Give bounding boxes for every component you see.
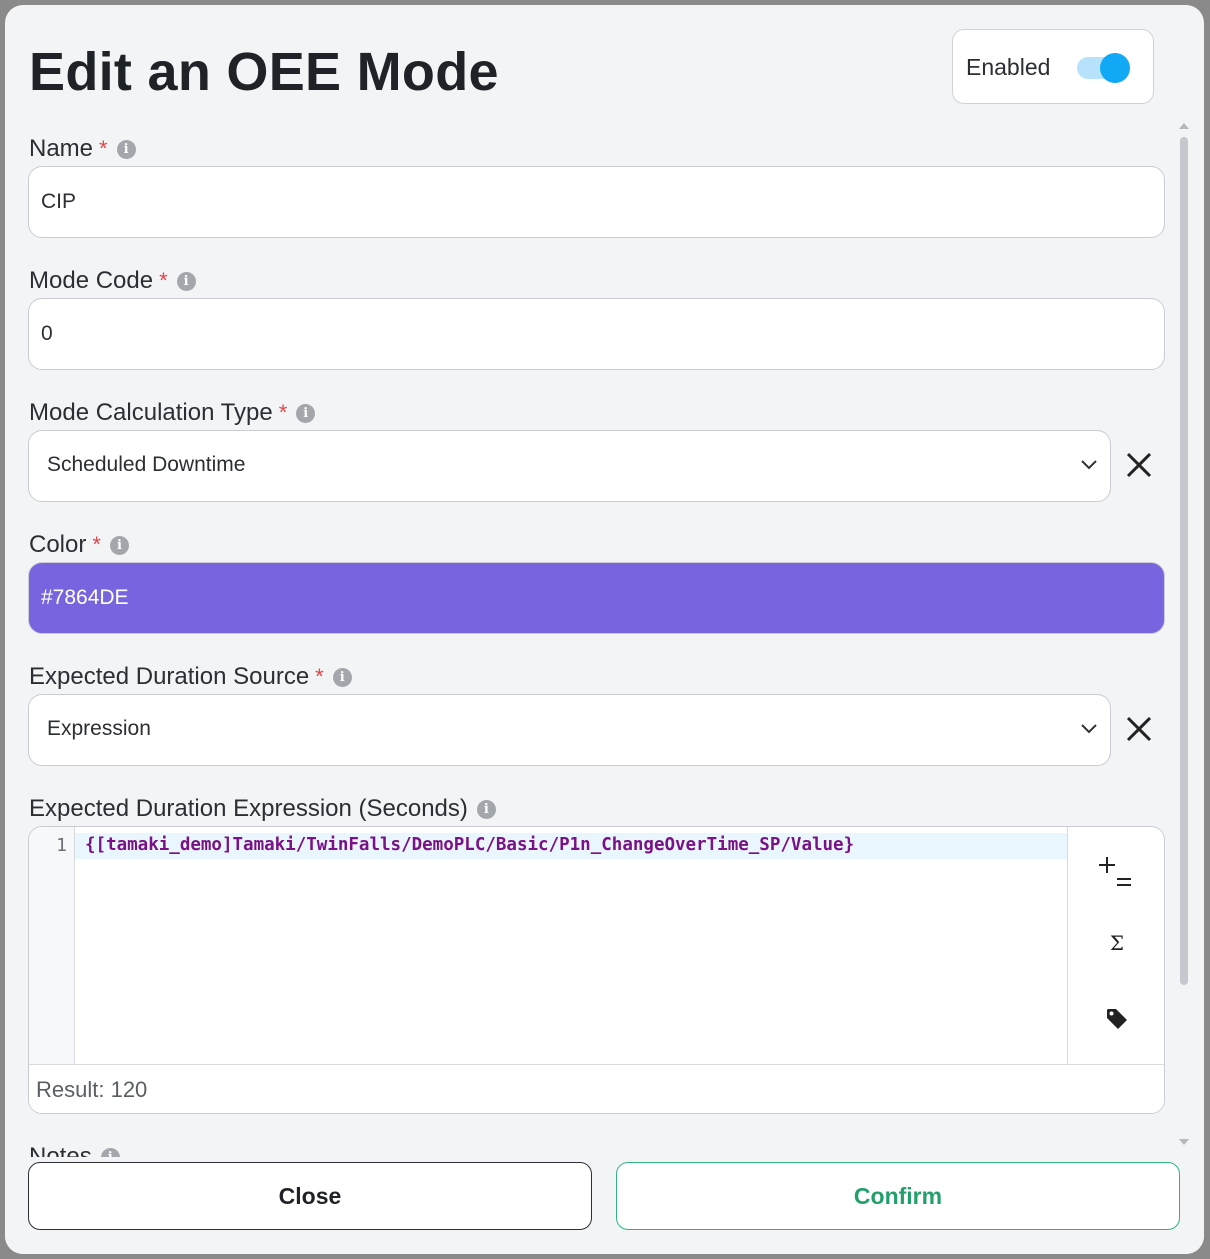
close-button[interactable]: Close bbox=[28, 1162, 592, 1230]
required-marker: * bbox=[315, 664, 324, 689]
expression-result-bar: Result: 120 bbox=[29, 1064, 1164, 1113]
dialog-title: Edit an OEE Mode bbox=[29, 42, 499, 102]
scroll-up-arrow-icon[interactable] bbox=[1179, 123, 1189, 129]
expected-duration-source-select[interactable]: Expression bbox=[28, 694, 1111, 766]
dialog-footer: Close Confirm bbox=[5, 1157, 1204, 1254]
name-input[interactable]: CIP bbox=[28, 166, 1165, 238]
enabled-toggle[interactable] bbox=[1077, 53, 1130, 83]
expression-code[interactable]: {[tamaki_demo]Tamaki/TwinFalls/DemoPLC/B… bbox=[85, 835, 854, 855]
info-icon: i bbox=[100, 1147, 120, 1157]
required-marker: * bbox=[159, 268, 168, 293]
color-input[interactable]: #7864DE bbox=[28, 562, 1165, 634]
expression-editor: 1 {[tamaki_demo]Tamaki/TwinFalls/DemoPLC… bbox=[28, 826, 1165, 1114]
required-marker: * bbox=[99, 136, 108, 161]
enabled-label: Enabled bbox=[966, 54, 1051, 80]
mode-calculation-type-label: Mode Calculation Type * i bbox=[29, 399, 316, 427]
mode-code-label: Mode Code * i bbox=[29, 267, 196, 295]
info-icon[interactable]: i bbox=[176, 271, 196, 291]
select-value: Expression bbox=[47, 717, 151, 740]
notes-label-partial: Notes i bbox=[29, 1145, 129, 1157]
confirm-button[interactable]: Confirm bbox=[616, 1162, 1180, 1230]
operators-icon[interactable] bbox=[1095, 853, 1139, 893]
chevron-down-icon bbox=[1081, 724, 1097, 734]
info-icon[interactable]: i bbox=[476, 799, 496, 819]
expected-duration-source-label: Expected Duration Source * i bbox=[29, 663, 352, 691]
tag-icon[interactable] bbox=[1105, 1007, 1129, 1031]
expression-result: Result: 120 bbox=[36, 1077, 148, 1102]
info-icon[interactable]: i bbox=[296, 403, 316, 423]
required-marker: * bbox=[278, 400, 288, 425]
mode-calculation-type-select[interactable]: Scheduled Downtime bbox=[28, 430, 1111, 502]
required-marker: * bbox=[92, 532, 101, 557]
expected-duration-expression-label: Expected Duration Expression (Seconds) i bbox=[29, 795, 496, 823]
line-number-gutter: 1 bbox=[29, 827, 75, 1064]
clear-selection-icon[interactable] bbox=[1123, 713, 1155, 745]
info-icon[interactable]: i bbox=[116, 139, 136, 159]
name-label: Name * i bbox=[29, 135, 136, 163]
expression-tools-panel: Σ bbox=[1067, 827, 1164, 1064]
mode-code-input[interactable]: 0 bbox=[28, 298, 1165, 370]
line-number: 1 bbox=[56, 835, 67, 856]
toggle-knob bbox=[1100, 53, 1130, 83]
edit-oee-mode-dialog: Edit an OEE Mode Enabled Name * i CIP Mo… bbox=[5, 5, 1204, 1254]
scroll-down-arrow-icon[interactable] bbox=[1179, 1139, 1189, 1145]
enabled-toggle-container: Enabled bbox=[952, 29, 1154, 104]
sigma-function-icon[interactable]: Σ bbox=[1068, 931, 1164, 955]
info-icon[interactable]: i bbox=[109, 535, 129, 555]
select-value: Scheduled Downtime bbox=[47, 453, 246, 476]
info-icon[interactable]: i bbox=[332, 667, 352, 687]
clear-selection-icon[interactable] bbox=[1123, 449, 1155, 481]
chevron-down-icon bbox=[1081, 460, 1097, 470]
scrollbar-thumb[interactable] bbox=[1180, 137, 1188, 985]
color-label: Color * i bbox=[29, 531, 129, 559]
